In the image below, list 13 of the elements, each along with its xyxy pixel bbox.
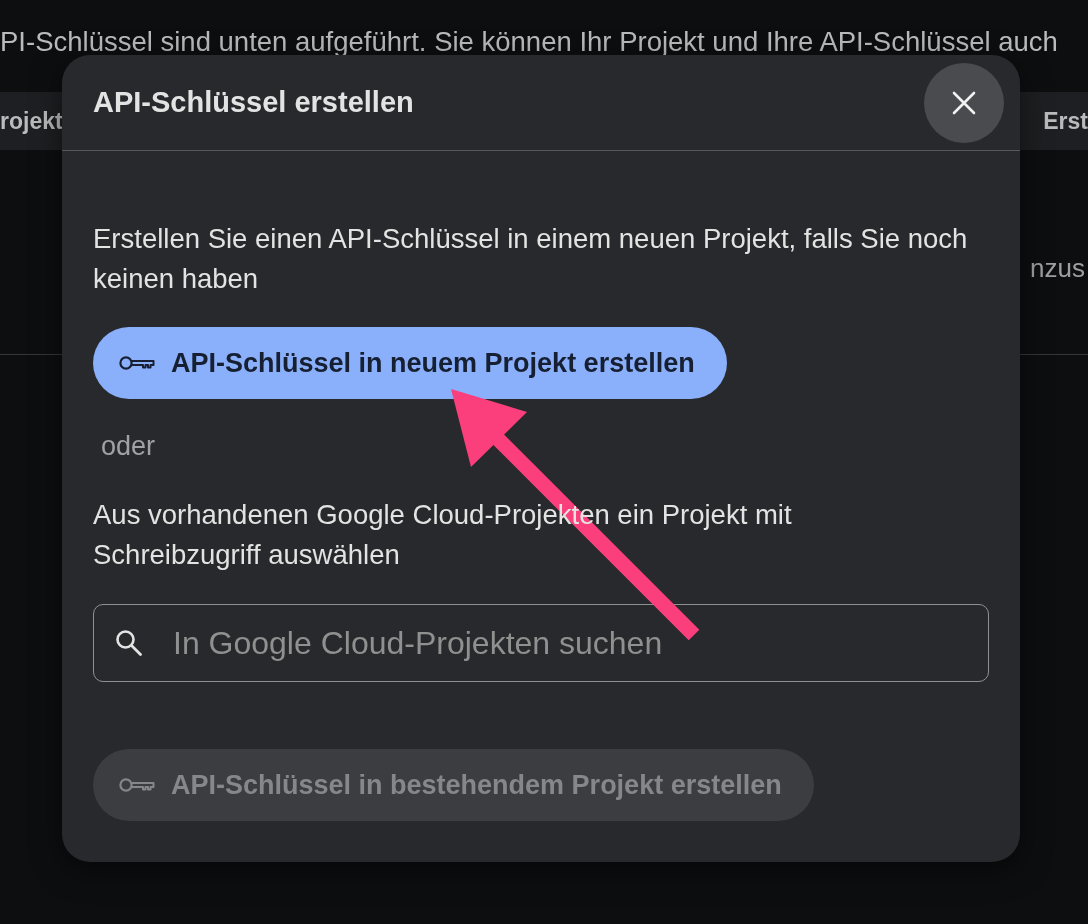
instruction-text: Erstellen Sie einen API-Schlüssel in einem neuen Projekt, falls Sie noch keinen haben [93,222,969,296]
search-field[interactable]: In Google Cloud-Projekten suchen [93,604,989,682]
dialog-title: API-Schlüssel erstellen [93,86,414,119]
close-icon [952,90,976,115]
separator-text: oder [101,430,156,463]
key-icon [119,355,155,371]
column-header: rojekt [0,107,63,135]
intro-text: PI-Schlüssel sind unten aufgeführt. Sie können Ihr Projekt und Ihre API-Schlüssel auch [0,25,1059,58]
key-icon [119,777,155,793]
search-icon [115,629,142,656]
table-cell-text: nzus [1030,252,1085,285]
create-key-button[interactable]: API-Schlüssel in neuem Projekt erstellen [93,327,727,399]
column-header: Erst [1043,107,1088,135]
